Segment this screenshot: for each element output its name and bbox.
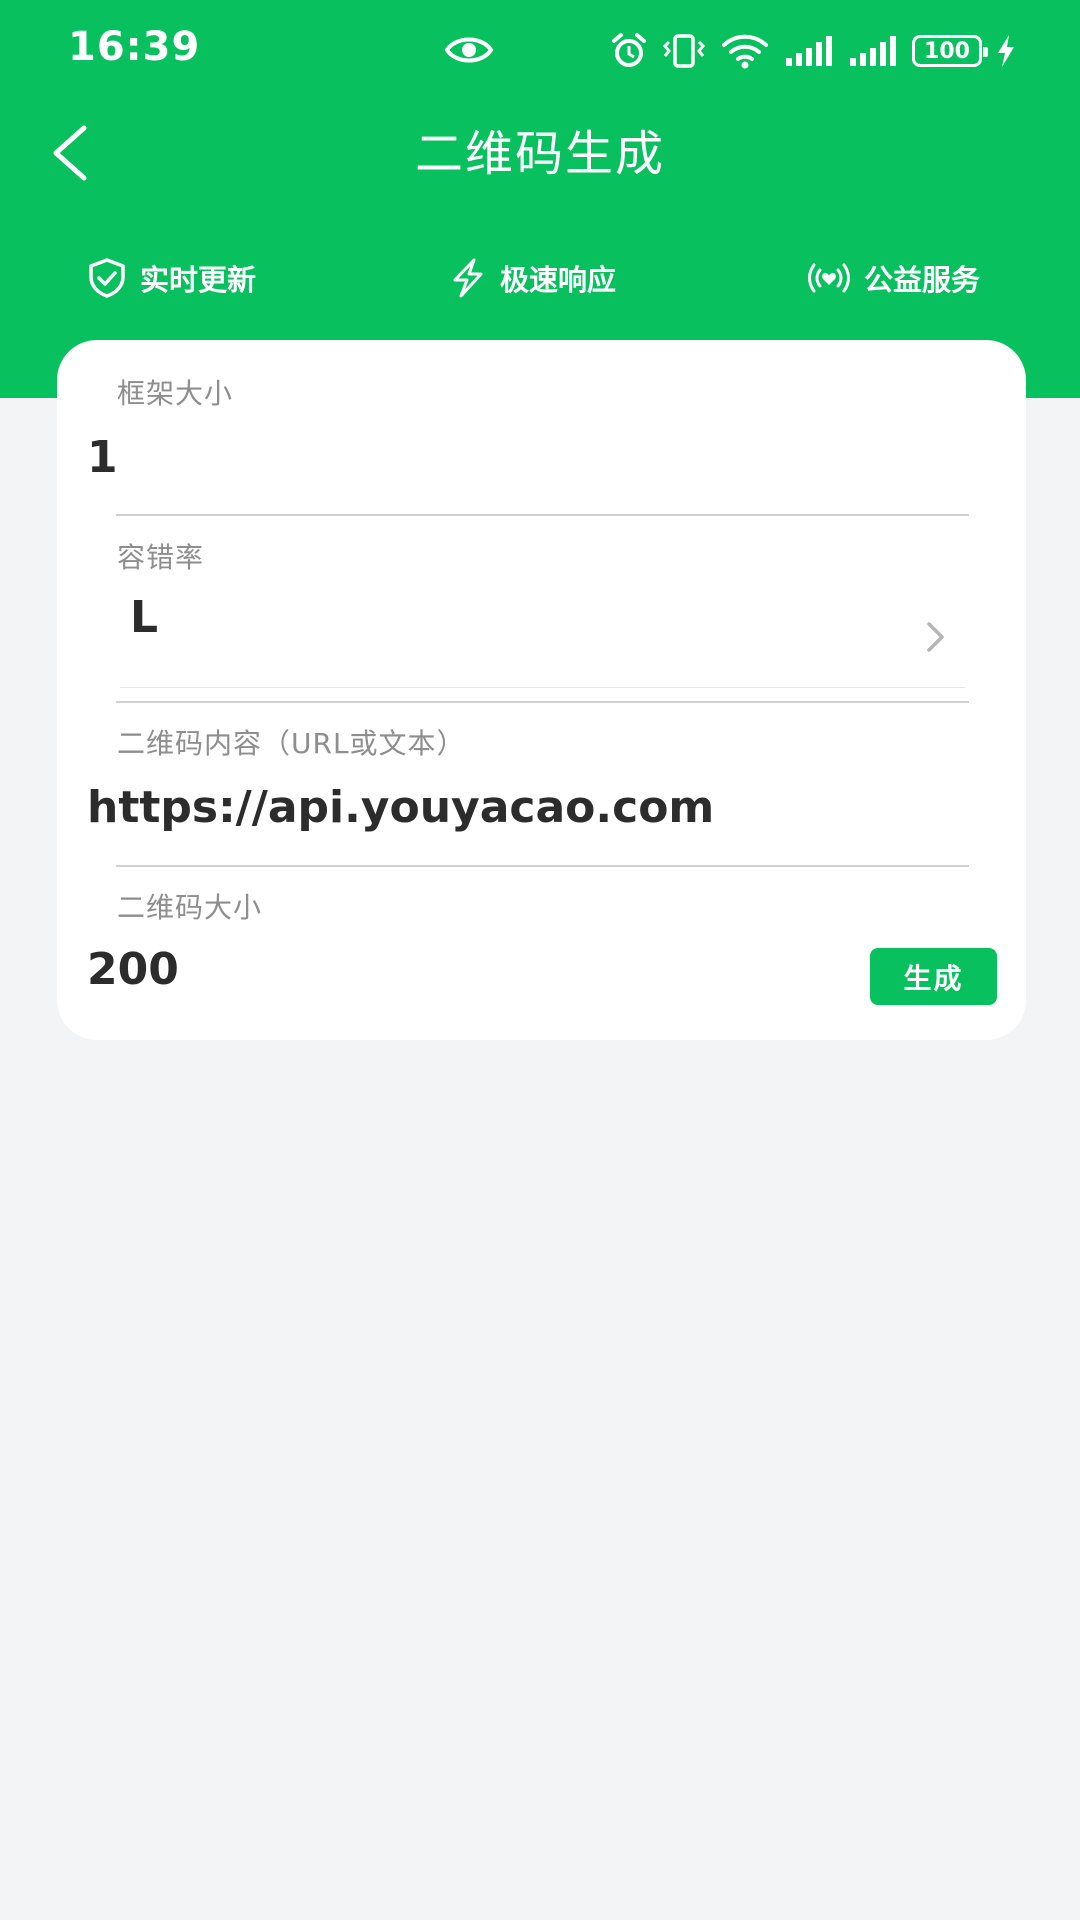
feature-row: 实时更新 极速响应 公益服务 bbox=[0, 250, 1080, 306]
qr-form-card: 框架大小 1 容错率 L 二维码内容（URL或文本） https://api.y… bbox=[57, 340, 1026, 1040]
qr-size-label: 二维码大小 bbox=[117, 891, 263, 924]
divider bbox=[116, 514, 969, 516]
divider bbox=[116, 865, 969, 867]
lightning-icon bbox=[453, 258, 483, 298]
vibrate-icon bbox=[662, 34, 706, 68]
alarm-icon bbox=[612, 33, 646, 67]
chevron-right-icon bbox=[927, 622, 944, 652]
app-root: 16:39 100 二维码生成 实时更新 极速响应 公益服务 框架大小 1 容错… bbox=[0, 0, 1080, 1920]
qr-content-value: https://api.youyacao.com bbox=[87, 782, 715, 833]
wifi-icon bbox=[722, 34, 768, 69]
signal-icon bbox=[850, 36, 896, 66]
error-correction-value: L bbox=[130, 592, 159, 643]
status-time: 16:39 bbox=[68, 24, 201, 70]
feature-label: 公益服务 bbox=[864, 263, 981, 297]
heart-broadcast-icon bbox=[808, 263, 850, 293]
feature-realtime-update: 实时更新 bbox=[86, 250, 256, 306]
qr-size-input[interactable]: 200 bbox=[87, 944, 827, 1014]
frame-size-label: 框架大小 bbox=[117, 377, 234, 410]
feature-label: 极速响应 bbox=[500, 263, 617, 297]
charging-icon bbox=[998, 35, 1014, 67]
divider bbox=[120, 687, 965, 688]
status-bar: 16:39 100 bbox=[0, 0, 1080, 100]
feature-public-service: 公益服务 bbox=[806, 250, 980, 306]
status-icons: 100 bbox=[610, 26, 1016, 76]
feature-fast-response: 极速响应 bbox=[448, 250, 616, 306]
error-correction-label: 容错率 bbox=[117, 541, 205, 574]
error-correction-select[interactable]: L bbox=[117, 580, 967, 690]
frame-size-input[interactable]: 1 bbox=[87, 432, 967, 502]
signal-icon bbox=[786, 36, 832, 66]
divider bbox=[116, 701, 969, 703]
qr-size-value: 200 bbox=[87, 944, 179, 995]
qr-content-input[interactable]: https://api.youyacao.com bbox=[87, 782, 967, 852]
battery-level: 100 bbox=[924, 38, 970, 64]
battery-icon: 100 bbox=[912, 35, 988, 67]
qr-content-label: 二维码内容（URL或文本） bbox=[117, 727, 466, 760]
shield-check-icon bbox=[89, 258, 125, 298]
page-title: 二维码生成 bbox=[414, 126, 665, 182]
feature-label: 实时更新 bbox=[140, 263, 257, 297]
eye-icon bbox=[444, 37, 494, 63]
frame-size-value: 1 bbox=[87, 432, 118, 483]
generate-button[interactable]: 生成 bbox=[870, 948, 997, 1005]
